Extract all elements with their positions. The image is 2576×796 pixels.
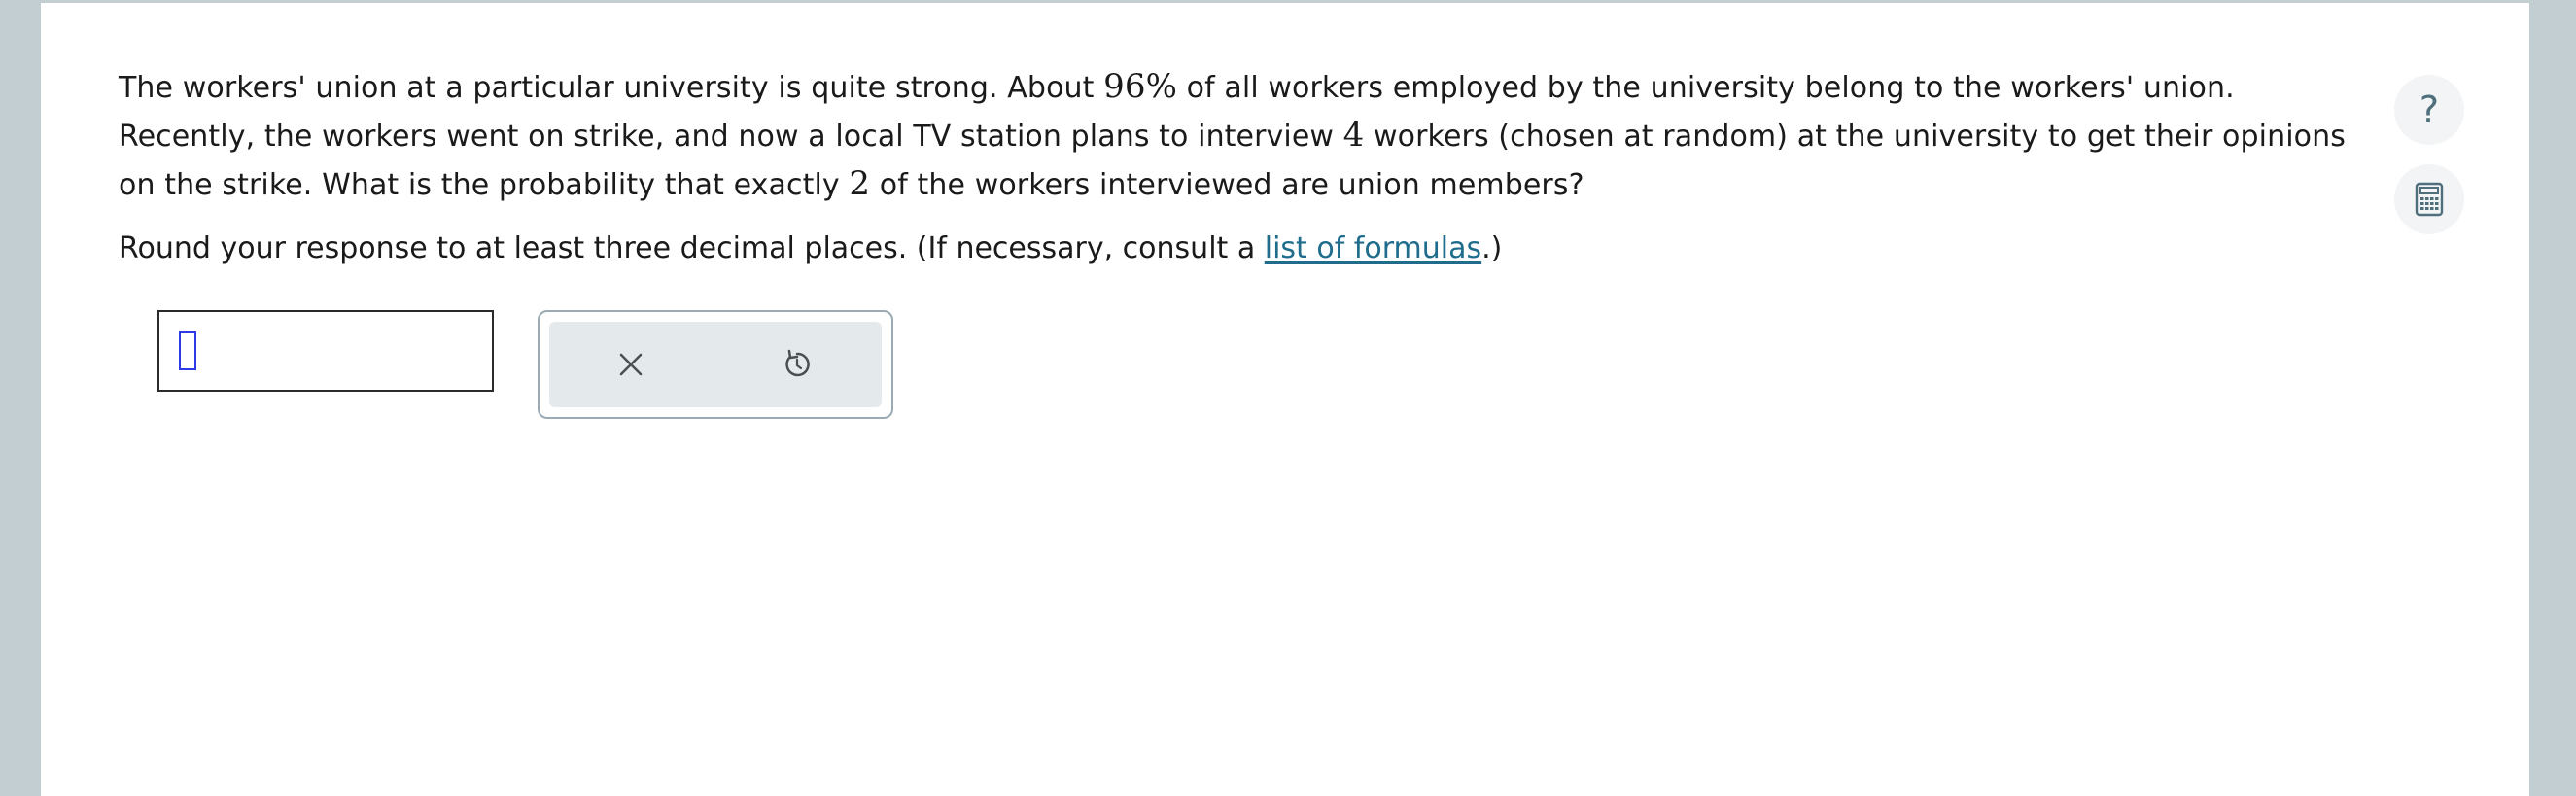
clear-button[interactable] (609, 343, 652, 386)
calculator-icon (2415, 182, 2444, 217)
question-text: The workers' union at a particular unive… (119, 63, 2374, 209)
percent-value: 96% (1103, 67, 1178, 106)
question-text-part: The workers' union at a particular unive… (119, 71, 1104, 105)
formulas-link[interactable]: list of formulas (1265, 231, 1481, 265)
question-text-part: of the workers interviewed are union mem… (870, 168, 1584, 202)
instruction-part: Round your response to at least three de… (119, 231, 1265, 265)
exact-count: 2 (849, 164, 871, 203)
question-panel: The workers' union at a particular unive… (41, 3, 2529, 796)
answer-tools-bar (549, 322, 882, 407)
close-icon (619, 353, 643, 376)
instruction-part: .) (1481, 231, 1503, 265)
help-button[interactable]: ? (2394, 75, 2464, 145)
calculator-button[interactable] (2394, 164, 2464, 234)
interview-count: 4 (1342, 116, 1365, 155)
input-cursor (179, 331, 196, 370)
instruction-text: Round your response to at least three de… (119, 225, 1502, 272)
answer-input[interactable] (157, 310, 494, 392)
help-icon: ? (2419, 88, 2440, 131)
undo-button[interactable] (776, 343, 818, 386)
answer-tools (538, 310, 893, 419)
undo-icon (785, 349, 810, 377)
